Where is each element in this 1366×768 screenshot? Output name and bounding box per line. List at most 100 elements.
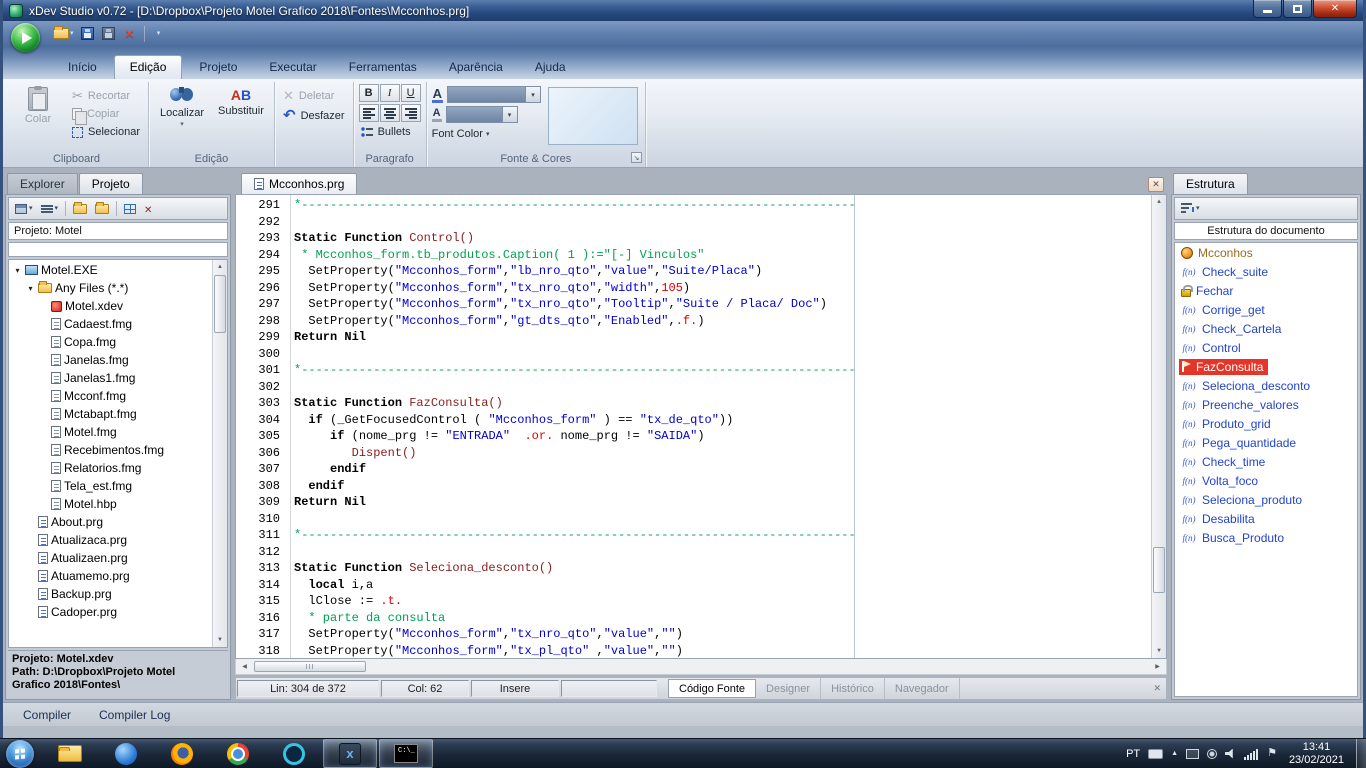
- font-color-button[interactable]: Font Color ▾: [432, 126, 541, 140]
- tree-item[interactable]: Mcconf.fmg: [10, 387, 211, 405]
- structure-item[interactable]: f(n)Seleciona_produto: [1175, 490, 1357, 509]
- save-button[interactable]: [79, 24, 97, 44]
- ribbon-tab-executar[interactable]: Executar: [254, 56, 331, 79]
- tree-item[interactable]: Relatorios.fmg: [10, 459, 211, 477]
- structure-item[interactable]: f(n)Desabilita: [1175, 509, 1357, 528]
- structure-item[interactable]: f(n)Control: [1175, 338, 1357, 357]
- close-editor-tab-button[interactable]: ✕: [1148, 177, 1164, 192]
- keyboard-icon[interactable]: [1148, 749, 1163, 759]
- structure-item[interactable]: f(n)Pega_quantidade: [1175, 433, 1357, 452]
- add-file-button[interactable]: [92, 200, 112, 218]
- remove-file-button[interactable]: [141, 200, 155, 218]
- tree-item[interactable]: Janelas1.fmg: [10, 369, 211, 387]
- open-project-button[interactable]: [70, 200, 90, 218]
- tree-item[interactable]: ▾Any Files (*.*): [10, 279, 211, 297]
- structure-item[interactable]: f(n)Check_Cartela: [1175, 319, 1357, 338]
- tree-item[interactable]: Copa.fmg: [10, 333, 211, 351]
- structure-item[interactable]: f(n)Corrige_get: [1175, 300, 1357, 319]
- font-size-dropdown[interactable]: ▾: [446, 106, 518, 123]
- find-button[interactable]: Localizar ▾: [154, 84, 210, 131]
- run-button[interactable]: [11, 23, 40, 52]
- structure-item[interactable]: Mcconhos: [1175, 243, 1357, 262]
- ribbon-tab-inicio[interactable]: Início: [53, 56, 112, 79]
- show-desktop-button[interactable]: [1356, 739, 1366, 768]
- editor-vscrollbar[interactable]: ▲ ▼: [1151, 195, 1166, 658]
- minimize-button[interactable]: [1253, 0, 1282, 18]
- ribbon-tab-aparencia[interactable]: Aparência: [434, 56, 518, 79]
- close-file-button[interactable]: ✕: [121, 24, 139, 44]
- tree-item[interactable]: Atuamemo.prg: [10, 567, 211, 585]
- tree-scrollbar[interactable]: ▲ ▼: [212, 260, 227, 647]
- tab-explorer[interactable]: Explorer: [7, 173, 78, 194]
- project-tree[interactable]: ▾Motel.EXE▾Any Files (*.*)Motel.xdevCada…: [8, 259, 228, 648]
- tree-item[interactable]: ▾Motel.EXE: [10, 261, 211, 279]
- tree-item[interactable]: Cadoper.prg: [10, 603, 211, 621]
- code-editor[interactable]: 291*------------------------------------…: [235, 194, 1167, 659]
- clock[interactable]: 13:41 23/02/2021: [1285, 741, 1348, 767]
- taskbar-icon-explorer[interactable]: [43, 739, 97, 768]
- align-left-button[interactable]: [359, 104, 379, 122]
- scrollbar-thumb[interactable]: [254, 661, 366, 672]
- view-windows-button[interactable]: ▾: [12, 200, 36, 218]
- ribbon-tab-ajuda[interactable]: Ajuda: [520, 56, 581, 79]
- scrollbar-thumb[interactable]: [214, 275, 226, 333]
- structure-item[interactable]: FazConsulta: [1175, 357, 1357, 376]
- editor-hscrollbar[interactable]: ◀ ▶: [235, 659, 1167, 675]
- view-tab-designer[interactable]: Designer: [756, 678, 821, 699]
- view-tab-historico[interactable]: Histórico: [821, 678, 885, 699]
- align-center-button[interactable]: [380, 104, 400, 122]
- structure-item[interactable]: f(n)Check_suite: [1175, 262, 1357, 281]
- tree-item[interactable]: Motel.fmg: [10, 423, 211, 441]
- expander-icon[interactable]: ▾: [26, 284, 35, 293]
- structure-list[interactable]: Mcconhosf(n)Check_suiteFecharf(n)Corrige…: [1174, 242, 1358, 697]
- view-list-button[interactable]: ▾: [38, 200, 62, 218]
- tree-item[interactable]: Motel.hbp: [10, 495, 211, 513]
- underline-button[interactable]: U: [401, 84, 421, 102]
- structure-item[interactable]: f(n)Seleciona_desconto: [1175, 376, 1357, 395]
- tree-item[interactable]: Motel.xdev: [10, 297, 211, 315]
- sort-button[interactable]: ▾: [1178, 200, 1203, 218]
- volume-icon[interactable]: [1225, 749, 1236, 759]
- view-tab-codigo-fonte[interactable]: Código Fonte: [668, 679, 756, 698]
- taskbar-icon-chrome[interactable]: [211, 739, 265, 768]
- dialog-launcher-icon[interactable]: ↘: [631, 152, 642, 163]
- cut-button[interactable]: ✂Recortar: [69, 88, 143, 103]
- structure-item[interactable]: f(n)Busca_Produto: [1175, 528, 1357, 547]
- tab-projeto[interactable]: Projeto: [79, 173, 143, 194]
- ribbon-tab-ferramentas[interactable]: Ferramentas: [334, 56, 432, 79]
- tree-item[interactable]: Atualizaca.prg: [10, 531, 211, 549]
- tree-item[interactable]: Cadaest.fmg: [10, 315, 211, 333]
- close-button[interactable]: ✕: [1313, 0, 1357, 18]
- titlebar[interactable]: xDev Studio v0.72 - [D:\Dropbox\Projeto …: [3, 0, 1363, 21]
- scroll-left-icon[interactable]: ◀: [238, 663, 251, 670]
- scroll-up-icon[interactable]: ▲: [1152, 195, 1166, 209]
- customize-toolbar-button[interactable]: ▾: [150, 24, 168, 44]
- structure-item[interactable]: f(n)Preenche_valores: [1175, 395, 1357, 414]
- scroll-down-icon[interactable]: ▼: [1152, 644, 1166, 658]
- language-indicator[interactable]: PT: [1126, 748, 1140, 760]
- bold-button[interactable]: B: [359, 84, 379, 102]
- structure-item[interactable]: Fechar: [1175, 281, 1357, 300]
- copy-button[interactable]: Copiar: [69, 107, 143, 121]
- italic-button[interactable]: I: [380, 84, 400, 102]
- bottom-tab-compiler-log[interactable]: Compiler Log: [99, 708, 170, 722]
- bullets-button[interactable]: Bullets: [359, 124, 421, 140]
- paste-button[interactable]: Colar: [10, 84, 66, 128]
- tab-estrutura[interactable]: Estrutura: [1173, 173, 1248, 194]
- scroll-right-icon[interactable]: ▶: [1151, 663, 1164, 670]
- tree-item[interactable]: Janelas.fmg: [10, 351, 211, 369]
- tree-item[interactable]: Mctabapt.fmg: [10, 405, 211, 423]
- taskbar-icon-opera[interactable]: [267, 739, 321, 768]
- expander-icon[interactable]: ▾: [13, 266, 22, 275]
- action-center-icon[interactable]: ⚑: [1267, 748, 1277, 759]
- ribbon-tab-edicao[interactable]: Edição: [114, 55, 183, 79]
- display-icon[interactable]: [1186, 749, 1199, 759]
- save-all-button[interactable]: [100, 24, 118, 44]
- tree-item[interactable]: Backup.prg: [10, 585, 211, 603]
- taskbar-icon-app-blue[interactable]: [99, 739, 153, 768]
- restore-button[interactable]: [1283, 0, 1312, 18]
- structure-item[interactable]: f(n)Produto_grid: [1175, 414, 1357, 433]
- taskbar-icon-cmd[interactable]: [379, 739, 433, 768]
- statusbar-close-icon[interactable]: ✕: [1153, 683, 1161, 694]
- update-icon[interactable]: [1207, 749, 1217, 759]
